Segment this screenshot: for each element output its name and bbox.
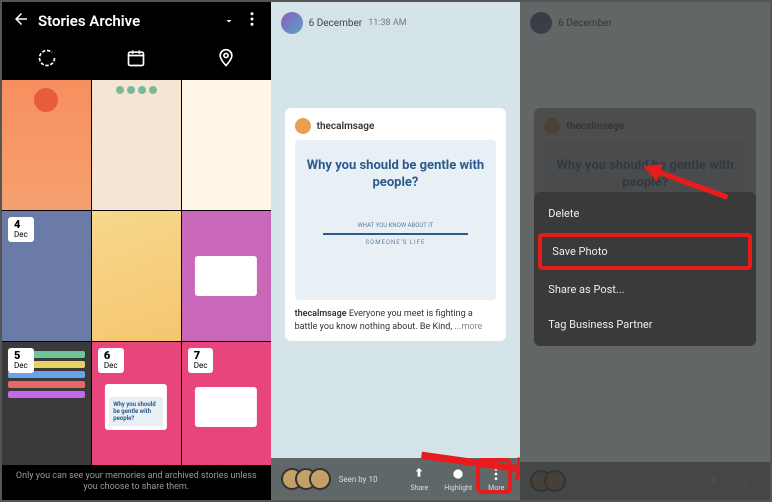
story-thumb[interactable] xyxy=(92,211,181,341)
post-caption: thecalmsage Everyone you meet is fightin… xyxy=(295,308,497,333)
post-sub2: SOMEONE'S LIFE xyxy=(366,239,426,246)
story-thumb[interactable] xyxy=(182,80,271,210)
post-avatar xyxy=(295,118,311,134)
date-badge: 4Dec xyxy=(8,217,34,242)
story-thumb[interactable] xyxy=(2,80,91,210)
viewers[interactable] xyxy=(281,468,331,490)
more-icon[interactable] xyxy=(243,10,261,32)
seen-text[interactable]: Seen by 10 xyxy=(339,475,378,484)
menu-tag-partner[interactable]: Tag Business Partner xyxy=(534,307,756,342)
archive-panel: Stories Archive 4Dec 5Dec 6Dec thecalmsa… xyxy=(2,2,271,500)
date-badge: 7Dec xyxy=(188,348,214,373)
date-badge: 5Dec xyxy=(8,348,34,373)
menu-share-post[interactable]: Share as Post... xyxy=(534,272,756,307)
post-sub1: WHAT YOU KNOW ABOUT IT xyxy=(357,222,433,229)
story-thumb[interactable] xyxy=(92,80,181,210)
post-username: thecalmsage xyxy=(317,121,375,132)
story-menu-panel: 6 December thecalmsage Why you should be… xyxy=(520,2,770,500)
calendar-tab[interactable] xyxy=(124,46,148,70)
archive-grid: 4Dec 5Dec 6Dec thecalmsageWhy you should… xyxy=(2,80,271,465)
archive-footer-text: Only you can see your memories and archi… xyxy=(2,465,271,500)
back-icon[interactable] xyxy=(12,10,30,32)
more-link[interactable]: ...more xyxy=(454,322,482,332)
archive-header: Stories Archive xyxy=(2,2,271,40)
chevron-down-icon[interactable] xyxy=(223,12,235,31)
story-thumb[interactable]: 6Dec thecalmsageWhy you should be gentle… xyxy=(92,342,181,465)
story-thumb[interactable]: 5Dec xyxy=(2,342,91,465)
menu-save-photo[interactable]: Save Photo xyxy=(538,233,752,270)
story-view-panel: 6 December 11:38 AM thecalmsage Why you … xyxy=(271,2,521,500)
story-thumb[interactable]: 7Dec xyxy=(182,342,271,465)
post-card: thecalmsage Why you should be gentle wit… xyxy=(285,108,507,341)
archive-title[interactable]: Stories Archive xyxy=(38,12,215,30)
story-thumb[interactable] xyxy=(182,211,271,341)
reload-tab[interactable] xyxy=(35,46,59,70)
post-user-row[interactable]: thecalmsage xyxy=(295,118,497,134)
post-image: Why you should be gentle with people? WH… xyxy=(295,140,497,300)
story-thumb[interactable]: 4Dec xyxy=(2,211,91,341)
location-tab[interactable] xyxy=(214,46,238,70)
archive-tabs xyxy=(2,40,271,80)
context-menu: Delete Save Photo Share as Post... Tag B… xyxy=(534,192,756,346)
post-headline: Why you should be gentle with people? xyxy=(305,158,487,192)
story-date: 6 December xyxy=(309,18,363,29)
post-divider xyxy=(323,233,468,235)
date-badge: 6Dec xyxy=(98,348,124,373)
story-header: 6 December 11:38 AM xyxy=(271,2,521,38)
story-time: 11:38 AM xyxy=(368,18,406,28)
avatar[interactable] xyxy=(281,12,303,34)
